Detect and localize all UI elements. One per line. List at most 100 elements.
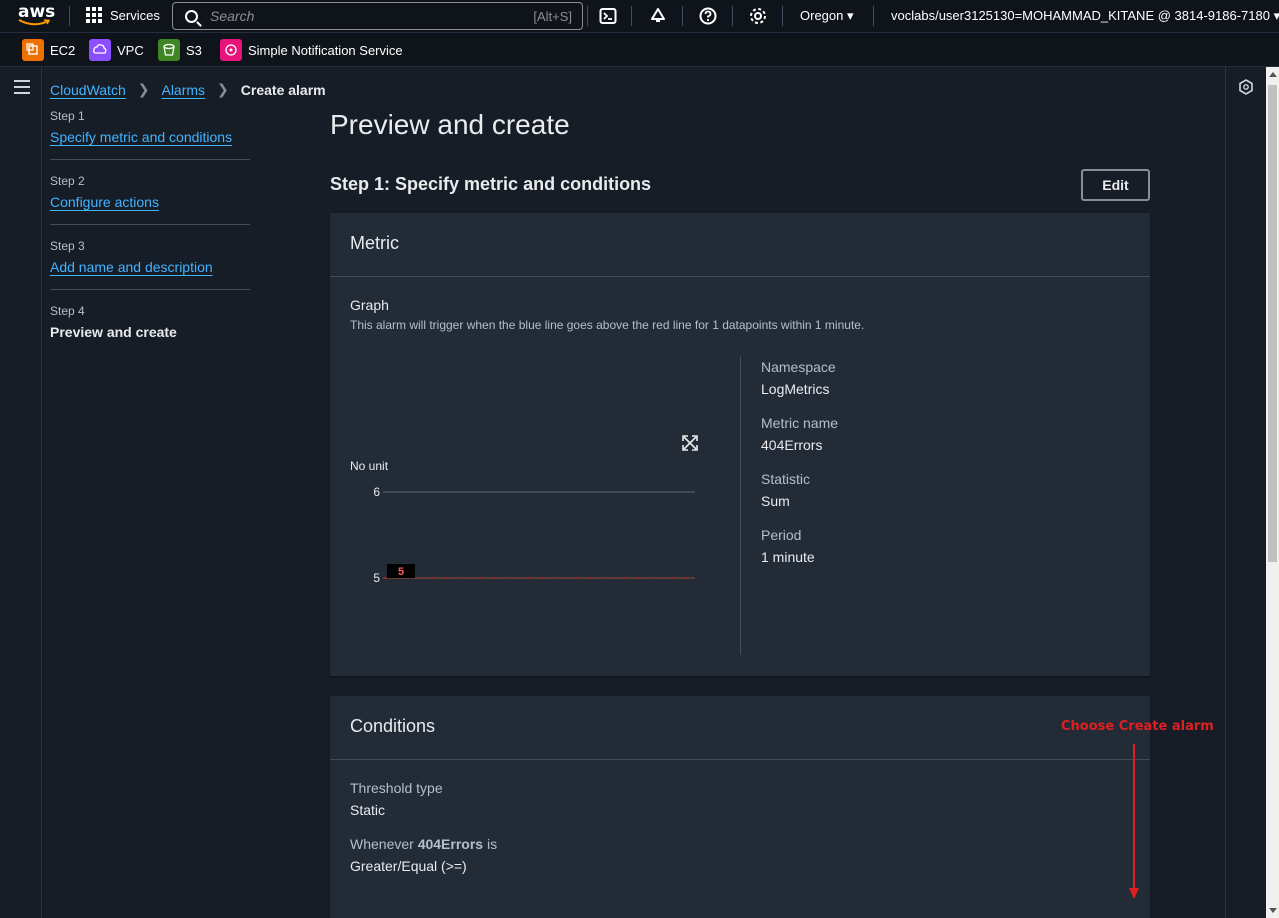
account-menu[interactable]: voclabs/user3125130=MOHAMMAD_KITANE @ 38… (891, 8, 1279, 24)
divider (587, 6, 588, 26)
edit-button[interactable]: Edit (1081, 169, 1150, 201)
comparison-value: Greater/Equal (>=) (350, 858, 467, 874)
annotation-arrow (1133, 744, 1135, 892)
favorite-label: VPC (117, 42, 144, 58)
graph-title: Graph (350, 297, 389, 313)
whenever-metric: 404Errors (417, 836, 484, 852)
chevron-right-icon: ❯ (217, 81, 229, 97)
scroll-down-arrow-icon[interactable] (1269, 908, 1277, 913)
wizard-step-4: Step 4 Preview and create (50, 304, 250, 354)
s3-bucket-icon (158, 39, 180, 61)
cloudshell-icon[interactable] (599, 7, 617, 25)
divider (782, 6, 783, 26)
conditions-panel: Conditions Threshold type Static Wheneve… (330, 696, 1150, 918)
threshold-type-key: Threshold type (350, 780, 443, 796)
favorite-label: Simple Notification Service (248, 42, 403, 58)
metric-name-key: Metric name (761, 415, 839, 431)
conditions-panel-title: Conditions (330, 696, 1150, 760)
step-number: Step 3 (50, 239, 85, 253)
breadcrumb: CloudWatch ❯ Alarms ❯ Create alarm (50, 81, 326, 98)
divider (873, 6, 874, 26)
caret-down-icon: ▾ (1273, 8, 1279, 23)
metric-panel: Metric Graph This alarm will trigger whe… (330, 213, 1150, 676)
hamburger-menu-icon[interactable] (14, 80, 30, 98)
graph-description: This alarm will trigger when the blue li… (350, 318, 865, 332)
main-content: CloudWatch ❯ Alarms ❯ Create alarm Step … (43, 67, 1225, 918)
vpc-icon (89, 39, 111, 61)
divider (732, 6, 733, 26)
statistic-key: Statistic (761, 471, 811, 487)
conditions-details: Threshold type Static Whenever 404Errors… (350, 780, 497, 892)
aws-logo[interactable]: aws (18, 3, 55, 29)
page-scrollbar[interactable] (1266, 67, 1279, 918)
step-number: Step 2 (50, 174, 85, 188)
top-navigation-bar: aws Services Search [Alt+S] Oregon ▾ voc… (0, 0, 1279, 33)
favorite-ec2[interactable]: EC2 (22, 39, 75, 61)
divider (740, 356, 741, 655)
favorite-s3[interactable]: S3 (158, 39, 202, 61)
y-tick-label: 6 (373, 485, 380, 499)
y-axis-label: No unit (350, 459, 389, 473)
breadcrumb-cloudwatch[interactable]: CloudWatch (50, 82, 126, 98)
region-label: Oregon (800, 8, 844, 23)
search-placeholder: Search (210, 8, 255, 24)
region-selector[interactable]: Oregon ▾ (800, 8, 854, 24)
breadcrumb-current: Create alarm (240, 81, 326, 98)
favorite-sns[interactable]: Simple Notification Service (220, 39, 403, 61)
wizard-step-2: Step 2 Configure actions (50, 174, 250, 225)
favorites-bar: EC2 VPC S3 Simple Notification Service (0, 33, 1279, 67)
scroll-up-arrow-icon[interactable] (1269, 72, 1277, 77)
breadcrumb-alarms[interactable]: Alarms (161, 82, 205, 98)
step-link-add-name[interactable]: Add name and description (50, 259, 250, 275)
annotation-arrow-head (1129, 888, 1139, 899)
y-tick-label: 5 (373, 571, 380, 585)
settings-gear-icon[interactable] (749, 7, 767, 25)
step-link-specify-metric[interactable]: Specify metric and conditions (50, 129, 250, 145)
metric-name-value: 404Errors (761, 437, 823, 453)
step-number: Step 1 (50, 109, 85, 123)
search-shortcut-hint: [Alt+S] (533, 8, 572, 24)
utility-rail (1225, 67, 1266, 918)
grid-icon (86, 7, 102, 23)
search-input[interactable]: Search [Alt+S] (172, 2, 583, 30)
services-menu-button[interactable]: Services (86, 7, 160, 23)
services-label: Services (110, 7, 160, 23)
page-title: Preview and create (330, 109, 570, 140)
section-title: Step 1: Specify metric and conditions (330, 174, 652, 194)
wizard-steps: Step 1 Specify metric and conditions Ste… (50, 109, 250, 368)
scrollbar-thumb[interactable] (1268, 85, 1277, 562)
ec2-icon (22, 39, 44, 61)
sns-icon (220, 39, 242, 61)
whenever-prefix: Whenever (350, 836, 414, 852)
step-current-preview: Preview and create (50, 324, 177, 340)
divider (631, 6, 632, 26)
step-link-configure-actions[interactable]: Configure actions (50, 194, 250, 210)
metric-details: Namespace LogMetrics Metric name 404Erro… (761, 359, 838, 583)
namespace-key: Namespace (761, 359, 836, 375)
expand-chart-icon[interactable] (682, 435, 698, 451)
wizard-step-1: Step 1 Specify metric and conditions (50, 109, 250, 160)
divider (682, 6, 683, 26)
favorite-label: S3 (186, 42, 202, 58)
notifications-bell-icon[interactable] (649, 7, 667, 25)
statistic-value: Sum (761, 493, 790, 509)
metric-panel-title: Metric (330, 213, 1150, 277)
instruction-annotation: Choose Create alarm (1061, 719, 1214, 734)
threshold-label: 5 (398, 566, 404, 578)
favorite-vpc[interactable]: VPC (89, 39, 144, 61)
info-panel-toggle-icon[interactable] (1238, 79, 1254, 95)
help-icon[interactable] (699, 7, 717, 25)
favorite-label: EC2 (50, 42, 76, 58)
chevron-right-icon: ❯ (137, 81, 150, 97)
period-value: 1 minute (761, 549, 815, 565)
account-label: voclabs/user3125130=MOHAMMAD_KITANE @ 38… (891, 8, 1270, 23)
namespace-value: LogMetrics (761, 381, 830, 397)
aws-smile-icon (18, 19, 50, 26)
threshold-type-value: Static (350, 802, 386, 818)
side-navigation-rail (0, 67, 42, 918)
metric-chart: No unit654516:0017:0018:00404Errors (350, 435, 698, 585)
wizard-step-3: Step 3 Add name and description (50, 239, 250, 290)
step-number: Step 4 (50, 304, 85, 318)
divider (69, 6, 70, 26)
period-key: Period (761, 527, 802, 543)
